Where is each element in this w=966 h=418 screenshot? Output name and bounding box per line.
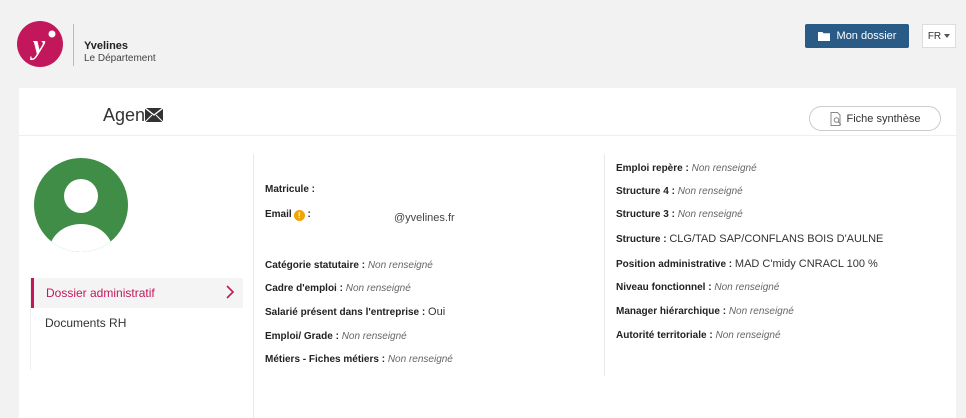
- field-label: Structure :: [616, 234, 667, 245]
- field-categorie-statutaire: Catégorie statutaire : Non renseigné: [265, 260, 433, 271]
- page-title: Agent: [103, 105, 151, 125]
- field-label: Emploi repère :: [616, 163, 689, 174]
- field-position-administrative: Position administrative : MAD C'midy CNR…: [616, 258, 878, 270]
- field-value: CLG/TAD SAP/CONFLANS BOIS D'AULNE: [669, 233, 884, 245]
- field-cadre-emploi: Cadre d'emploi : Non renseigné: [265, 283, 411, 294]
- field-label: Cadre d'emploi :: [265, 283, 343, 294]
- field-value: Non renseigné: [728, 306, 794, 317]
- fiche-synthese-button[interactable]: Fiche synthèse: [809, 106, 941, 131]
- field-structure: Structure : CLG/TAD SAP/CONFLANS BOIS D'…: [616, 233, 883, 245]
- brand-subtitle: Le Département: [84, 53, 156, 64]
- field-value: Non renseigné: [345, 283, 411, 294]
- field-value: Non renseigné: [677, 186, 743, 197]
- document-search-icon: [830, 111, 841, 126]
- field-value: Non renseigné: [367, 260, 433, 271]
- field-emploi-repere: Emploi repère : Non renseigné: [616, 163, 757, 174]
- field-label: Métiers - Fiches métiers :: [265, 354, 386, 365]
- chevron-right-icon: [226, 285, 235, 299]
- field-emploi-grade: Emploi/ Grade : Non renseigné: [265, 331, 407, 342]
- field-value: Non renseigné: [387, 354, 453, 365]
- field-label: Email: [265, 209, 292, 220]
- fiche-synthese-label: Fiche synthèse: [846, 112, 921, 125]
- agent-card: Agent Fiche synthèse Dossier administrat…: [19, 88, 956, 418]
- field-label: Catégorie statutaire :: [265, 260, 366, 271]
- field-colon: :: [304, 209, 311, 220]
- nav-item-label: Documents RH: [45, 316, 127, 330]
- field-label: Manager hiérarchique :: [616, 306, 727, 317]
- field-label: Autorité territoriale :: [616, 330, 713, 341]
- field-label: Structure 3 :: [616, 209, 675, 220]
- card-header: Agent Fiche synthèse: [19, 88, 956, 136]
- field-value: Non renseigné: [691, 163, 757, 174]
- field-value: Non renseigné: [715, 330, 781, 341]
- field-niveau-fonctionnel: Niveau fonctionnel : Non renseigné: [616, 282, 779, 293]
- field-autorite-territoriale: Autorité territoriale : Non renseigné: [616, 330, 781, 341]
- field-structure-4: Structure 4 : Non renseigné: [616, 186, 743, 197]
- nav-dossier-administratif[interactable]: Dossier administratif: [31, 278, 243, 308]
- caret-down-icon: [944, 34, 951, 38]
- field-email: Email! :: [265, 209, 311, 221]
- svg-text:y: y: [30, 30, 46, 61]
- field-value: Non renseigné: [677, 209, 743, 220]
- language-select[interactable]: FR: [922, 24, 956, 48]
- mon-dossier-button[interactable]: Mon dossier: [805, 24, 909, 48]
- field-label: Niveau fonctionnel :: [616, 282, 712, 293]
- column-divider: [604, 154, 605, 376]
- brand-name: Yvelines: [84, 40, 129, 52]
- field-manager-hierarchique: Manager hiérarchique : Non renseigné: [616, 306, 794, 317]
- folder-icon: [817, 32, 830, 41]
- field-salarie-present: Salarié présent dans l'entreprise : Oui: [265, 306, 445, 318]
- field-value: Non renseigné: [341, 331, 407, 342]
- field-value: Oui: [428, 306, 446, 318]
- nav-documents-rh[interactable]: Documents RH: [31, 308, 243, 338]
- info-icon[interactable]: !: [293, 210, 305, 221]
- column-divider: [253, 154, 254, 418]
- field-label: Matricule :: [265, 184, 316, 195]
- mail-icon[interactable]: [145, 108, 163, 122]
- field-metiers: Métiers - Fiches métiers : Non renseigné: [265, 354, 453, 365]
- email-value: @yvelines.fr: [394, 212, 455, 224]
- nav-item-label: Dossier administratif: [46, 286, 155, 300]
- field-label: Salarié présent dans l'entreprise :: [265, 307, 426, 318]
- field-label: Emploi/ Grade :: [265, 331, 339, 342]
- field-value: MAD C'midy CNRACL 100 %: [734, 258, 878, 270]
- logo-divider: [73, 24, 74, 66]
- mon-dossier-label: Mon dossier: [836, 30, 897, 42]
- user-avatar-icon: [34, 158, 128, 252]
- top-bar: y Yvelines Le Département Mon dossier FR: [0, 0, 966, 86]
- side-nav: Dossier administratif Documents RH: [30, 278, 243, 370]
- field-structure-3: Structure 3 : Non renseigné: [616, 209, 743, 220]
- field-label: Structure 4 :: [616, 186, 675, 197]
- field-value: Non renseigné: [714, 282, 780, 293]
- language-value: FR: [927, 30, 942, 42]
- field-matricule: Matricule :: [265, 184, 315, 195]
- field-label: Position administrative :: [616, 259, 733, 270]
- yvelines-logo-icon[interactable]: y: [17, 21, 63, 67]
